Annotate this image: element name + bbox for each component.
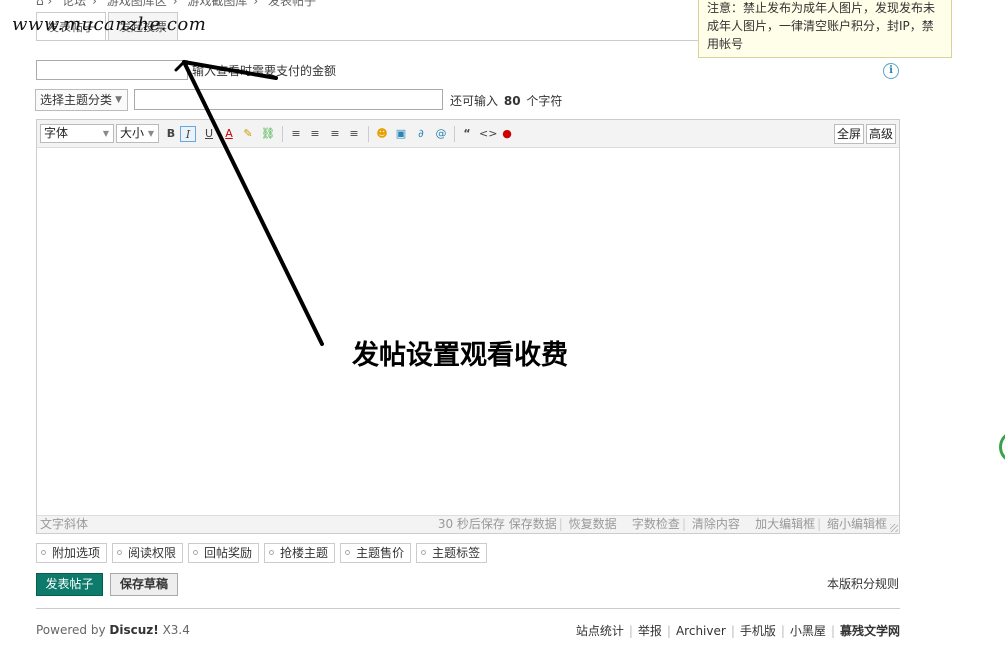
price-hint: 输入查看时需要支付的金额 [192,64,337,78]
post-button[interactable]: 发表帖子 [36,573,103,596]
chevron-down-icon: ▼ [147,129,154,138]
footer-link-archiver[interactable]: Archiver [676,624,726,638]
restore-data-link[interactable]: 恢复数据 [569,517,617,531]
bullet-icon [41,550,46,555]
powered-by: Powered by Discuz! X3.4 [36,623,190,637]
home-icon[interactable]: ⌂ › [36,0,52,8]
option-thread-tags[interactable]: 主题标签 [416,543,488,563]
chevron-down-icon: ▼ [115,95,122,105]
resize-grip-icon[interactable] [890,524,898,532]
remaining-count: 80 [503,94,521,108]
footer-divider [36,608,900,609]
option-floor-grab[interactable]: 抢楼主题 [264,543,336,563]
background-color-icon[interactable]: ✎ [240,126,256,142]
image-icon[interactable]: ▣ [393,126,409,142]
code-icon[interactable]: <> [479,126,497,142]
link-icon[interactable]: ⛓ [260,126,276,142]
enlarge-editor-link[interactable]: 加大编辑框 [755,517,815,531]
watermark-text: www.mucanzhe.com [12,14,207,35]
breadcrumb-forum[interactable]: 论坛 [62,0,86,8]
floating-widget-icon[interactable] [999,432,1005,462]
clear-content-link[interactable]: 清除内容 [692,517,740,531]
footer-link-mobile[interactable]: 手机版 [740,624,776,638]
bullet-icon [345,550,351,555]
notice-box: 注意：禁止发布为成年人图片，发现发布未成年人图片，一律清空账户积分，封IP，禁用… [698,0,952,58]
italic-icon[interactable]: I [180,126,196,142]
breadcrumb-current: 发表帖子 [268,0,317,8]
advanced-button[interactable]: 高级 [866,124,897,144]
editor-toolbar: 字体 ▼ 大小 ▼ B I U A ✎ ⛓ ≡ ≡ ≡ ≡ ☻ ▣ ∂ @ “ <>… [37,120,899,148]
size-select[interactable]: 大小 ▼ [116,124,159,143]
smiley-icon[interactable]: ☻ [374,126,390,142]
underline-icon[interactable]: U [201,126,217,142]
align-left-icon[interactable]: ≡ [288,126,304,142]
chevron-down-icon: ▼ [102,129,109,138]
bullet-icon [269,550,275,555]
editor: 字体 ▼ 大小 ▼ B I U A ✎ ⛓ ≡ ≡ ≡ ≡ ☻ ▣ ∂ @ “ <>… [36,119,900,534]
breadcrumb-section[interactable]: 游戏图库区 [107,0,167,8]
thread-type-value: 选择主题分类 [40,93,113,107]
bullet-icon [421,550,427,555]
align-left-2-icon[interactable]: ≡ [307,126,323,142]
fullscreen-button[interactable]: 全屏 [834,124,865,144]
attachment-icon[interactable]: ∂ [413,126,429,142]
info-icon[interactable]: i [883,63,899,79]
option-thread-price[interactable]: 主题售价 [340,543,412,563]
editor-statusbar: 文字斜体 30 秒后保存 保存数据 | 恢复数据 字数检查 | 清除内容 加大编辑框… [37,515,899,533]
quote-icon[interactable]: “ [459,126,475,142]
align-right-icon[interactable]: ≡ [346,126,362,142]
footer-link-report[interactable]: 举报 [638,624,662,638]
discuz-link[interactable]: Discuz! [109,623,158,637]
footer-link-blacklist[interactable]: 小黑屋 [790,624,826,638]
save-data-link[interactable]: 保存数据 [509,517,557,531]
bullet-icon [117,550,123,555]
footer-link-stats[interactable]: 站点统计 [576,624,624,638]
bullet-icon [193,550,199,555]
option-extra[interactable]: 附加选项 [36,543,108,563]
qq-icon[interactable]: ● [499,126,515,142]
footer-link-site[interactable]: 慕残文学网 [840,624,900,638]
subject-remaining: 还可输入 80 个字符 [450,94,563,108]
shrink-editor-link[interactable]: 缩小编辑框 [827,517,887,531]
annotation-text: 发帖设置观看收费 [352,340,568,371]
subject-input[interactable] [134,89,443,110]
autosave-timer: 30 秒后保存 [437,517,505,531]
text-color-icon[interactable]: A [221,126,237,142]
word-check-link[interactable]: 字数检查 [632,517,680,531]
option-reply-reward[interactable]: 回帖奖励 [188,543,260,563]
bold-icon[interactable]: B [163,126,179,142]
post-options: 附加选项 阅读权限 回帖奖励 抢楼主题 主题售价 主题标签 [36,543,492,563]
price-input[interactable] [36,60,188,80]
save-draft-button[interactable]: 保存草稿 [110,573,178,596]
footer-links: 站点统计 | 举报 | Archiver | 手机版 | 小黑屋 | 慕残文学网 [575,624,900,638]
breadcrumb: ⌂ › 论坛 › 游戏图库区 › 游戏截图库 › 发表帖子 [36,0,322,9]
breadcrumb-board[interactable]: 游戏截图库 [187,0,247,8]
status-text: 文字斜体 [40,517,89,531]
font-select[interactable]: 字体 ▼ [40,124,114,143]
at-icon[interactable]: @ [433,126,449,142]
align-center-icon[interactable]: ≡ [327,126,343,142]
option-read-permission[interactable]: 阅读权限 [112,543,184,563]
credit-rules-link[interactable]: 本版积分规则 [827,575,899,592]
thread-type-select[interactable]: 选择主题分类 ▼ [35,89,128,111]
